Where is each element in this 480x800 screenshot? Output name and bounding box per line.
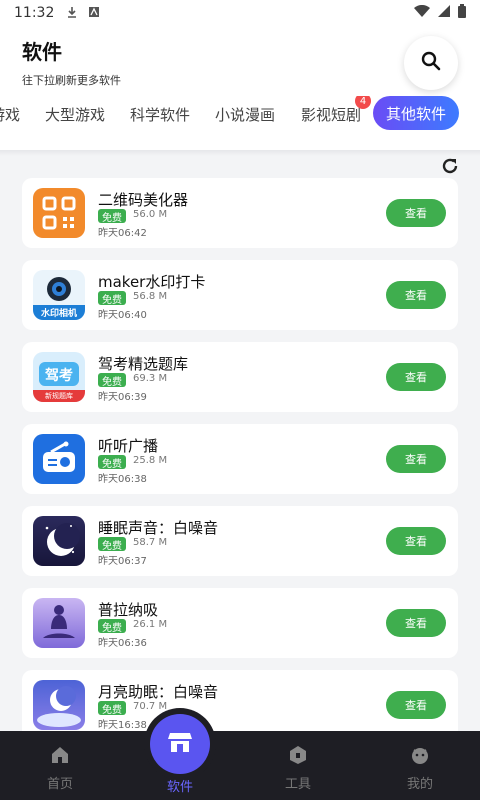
watermark-camera-app-icon: 水印相机 bbox=[33, 270, 85, 320]
view-button[interactable]: 查看 bbox=[386, 281, 446, 309]
app-update-time: 昨天06:40 bbox=[98, 310, 147, 321]
nav-tools-label: 工具 bbox=[284, 777, 311, 792]
free-tag: 免费 bbox=[98, 619, 126, 634]
app-icon-subtext: 新规题库 bbox=[45, 392, 73, 400]
moon-sleep-app-icon bbox=[33, 516, 85, 566]
driving-test-app-icon: 驾考 新规题库 bbox=[33, 352, 85, 402]
search-button[interactable] bbox=[404, 36, 458, 90]
free-tag: 免费 bbox=[98, 455, 126, 470]
search-icon bbox=[421, 51, 441, 75]
download-icon bbox=[66, 6, 78, 21]
tab-large-games[interactable]: 大型游戏 bbox=[45, 104, 105, 125]
app-icon-text: 驾考 bbox=[45, 368, 73, 384]
app-update-time: 昨天06:38 bbox=[98, 474, 147, 485]
app-size: 56.0 M bbox=[133, 209, 168, 220]
notification-icon bbox=[88, 6, 100, 21]
view-button[interactable]: 查看 bbox=[386, 363, 446, 391]
app-update-time: 昨天06:36 bbox=[98, 638, 147, 649]
app-size: 58.7 M bbox=[133, 537, 168, 548]
page-subtitle: 往下拉刷新更多软件 bbox=[22, 74, 121, 87]
app-size: 26.1 M bbox=[133, 619, 168, 630]
tab-video-shorts[interactable]: 影视短剧 bbox=[301, 104, 361, 125]
signal-icon bbox=[438, 5, 450, 21]
app-icon-text: 水印相机 bbox=[40, 309, 77, 319]
nav-tools[interactable]: 工具 bbox=[258, 745, 338, 792]
view-button[interactable]: 查看 bbox=[386, 445, 446, 473]
app-card[interactable]: 普拉纳吸 免费 26.1 M 昨天06:36 查看 bbox=[22, 588, 458, 658]
tab-badge: 4 bbox=[355, 96, 371, 109]
category-tabs: 游戏 大型游戏 科学软件 小说漫画 影视短剧 4 其他软件 bbox=[0, 96, 480, 136]
app-update-time: 昨天06:42 bbox=[98, 228, 147, 239]
app-name: 二维码美化器 bbox=[98, 191, 189, 209]
app-size: 56.8 M bbox=[133, 291, 168, 302]
home-icon bbox=[20, 745, 100, 765]
status-time: 11:32 bbox=[14, 5, 55, 21]
tab-science-software[interactable]: 科学软件 bbox=[130, 104, 190, 125]
free-tag: 免费 bbox=[98, 291, 126, 306]
app-name: maker水印打卡 bbox=[98, 273, 206, 291]
nav-mine[interactable]: 我的 bbox=[380, 745, 460, 792]
tab-other-software[interactable]: 其他软件 bbox=[373, 96, 459, 130]
page-title: 软件 bbox=[22, 40, 62, 64]
app-name: 驾考精选题库 bbox=[98, 355, 189, 373]
app-name: 听听广播 bbox=[98, 437, 159, 455]
app-name: 睡眠声音：白噪音 bbox=[98, 519, 219, 537]
header-divider bbox=[0, 150, 480, 156]
app-card[interactable]: 二维码美化器 免费 56.0 M 昨天06:42 查看 bbox=[22, 178, 458, 248]
qr-code-app-icon bbox=[33, 188, 85, 238]
app-card[interactable]: 睡眠声音：白噪音 免费 58.7 M 昨天06:37 查看 bbox=[22, 506, 458, 576]
app-update-time: 昨天06:39 bbox=[98, 392, 147, 403]
app-size: 70.7 M bbox=[133, 701, 168, 712]
store-icon bbox=[168, 731, 192, 757]
meditation-app-icon bbox=[33, 598, 85, 648]
tools-icon bbox=[258, 745, 338, 765]
app-update-time: 昨天16:38 bbox=[98, 720, 147, 731]
view-button[interactable]: 查看 bbox=[386, 527, 446, 555]
free-tag: 免费 bbox=[98, 537, 126, 552]
free-tag: 免费 bbox=[98, 209, 126, 224]
nav-software-label: 软件 bbox=[166, 780, 193, 795]
nav-home[interactable]: 首页 bbox=[20, 745, 100, 792]
free-tag: 免费 bbox=[98, 701, 126, 716]
bottom-navigation: 首页 工具 我的 bbox=[0, 731, 480, 800]
battery-icon bbox=[458, 4, 466, 22]
nav-software[interactable] bbox=[150, 714, 210, 774]
view-button[interactable]: 查看 bbox=[386, 199, 446, 227]
status-bar: 11:32 bbox=[0, 0, 480, 26]
app-card[interactable]: 月亮助眠：白噪音 免费 70.7 M 昨天16:38 查看 bbox=[22, 670, 458, 740]
profile-icon bbox=[380, 745, 460, 765]
tab-novel-comics[interactable]: 小说漫画 bbox=[215, 104, 275, 125]
app-size: 69.3 M bbox=[133, 373, 168, 384]
app-size: 25.8 M bbox=[133, 455, 168, 466]
radio-app-icon bbox=[33, 434, 85, 484]
app-name: 月亮助眠：白噪音 bbox=[98, 683, 219, 701]
app-card[interactable]: 水印相机 maker水印打卡 免费 56.8 M 昨天06:40 查看 bbox=[22, 260, 458, 330]
view-button[interactable]: 查看 bbox=[386, 691, 446, 719]
refresh-button[interactable] bbox=[440, 156, 460, 176]
app-card[interactable]: 驾考 新规题库 驾考精选题库 免费 69.3 M 昨天06:39 查看 bbox=[22, 342, 458, 412]
app-update-time: 昨天06:37 bbox=[98, 556, 147, 567]
view-button[interactable]: 查看 bbox=[386, 609, 446, 637]
nav-home-label: 首页 bbox=[46, 777, 73, 792]
page-header: 软件 往下拉刷新更多软件 游戏 大型游戏 科学软件 小说漫画 影视短剧 4 其他… bbox=[0, 26, 480, 152]
moon-cloud-app-icon bbox=[33, 680, 85, 730]
app-card[interactable]: 听听广播 免费 25.8 M 昨天06:38 查看 bbox=[22, 424, 458, 494]
tab-games[interactable]: 游戏 bbox=[0, 104, 20, 125]
app-name: 普拉纳吸 bbox=[98, 601, 159, 619]
free-tag: 免费 bbox=[98, 373, 126, 388]
nav-mine-label: 我的 bbox=[406, 777, 433, 792]
wifi-icon bbox=[414, 4, 430, 21]
